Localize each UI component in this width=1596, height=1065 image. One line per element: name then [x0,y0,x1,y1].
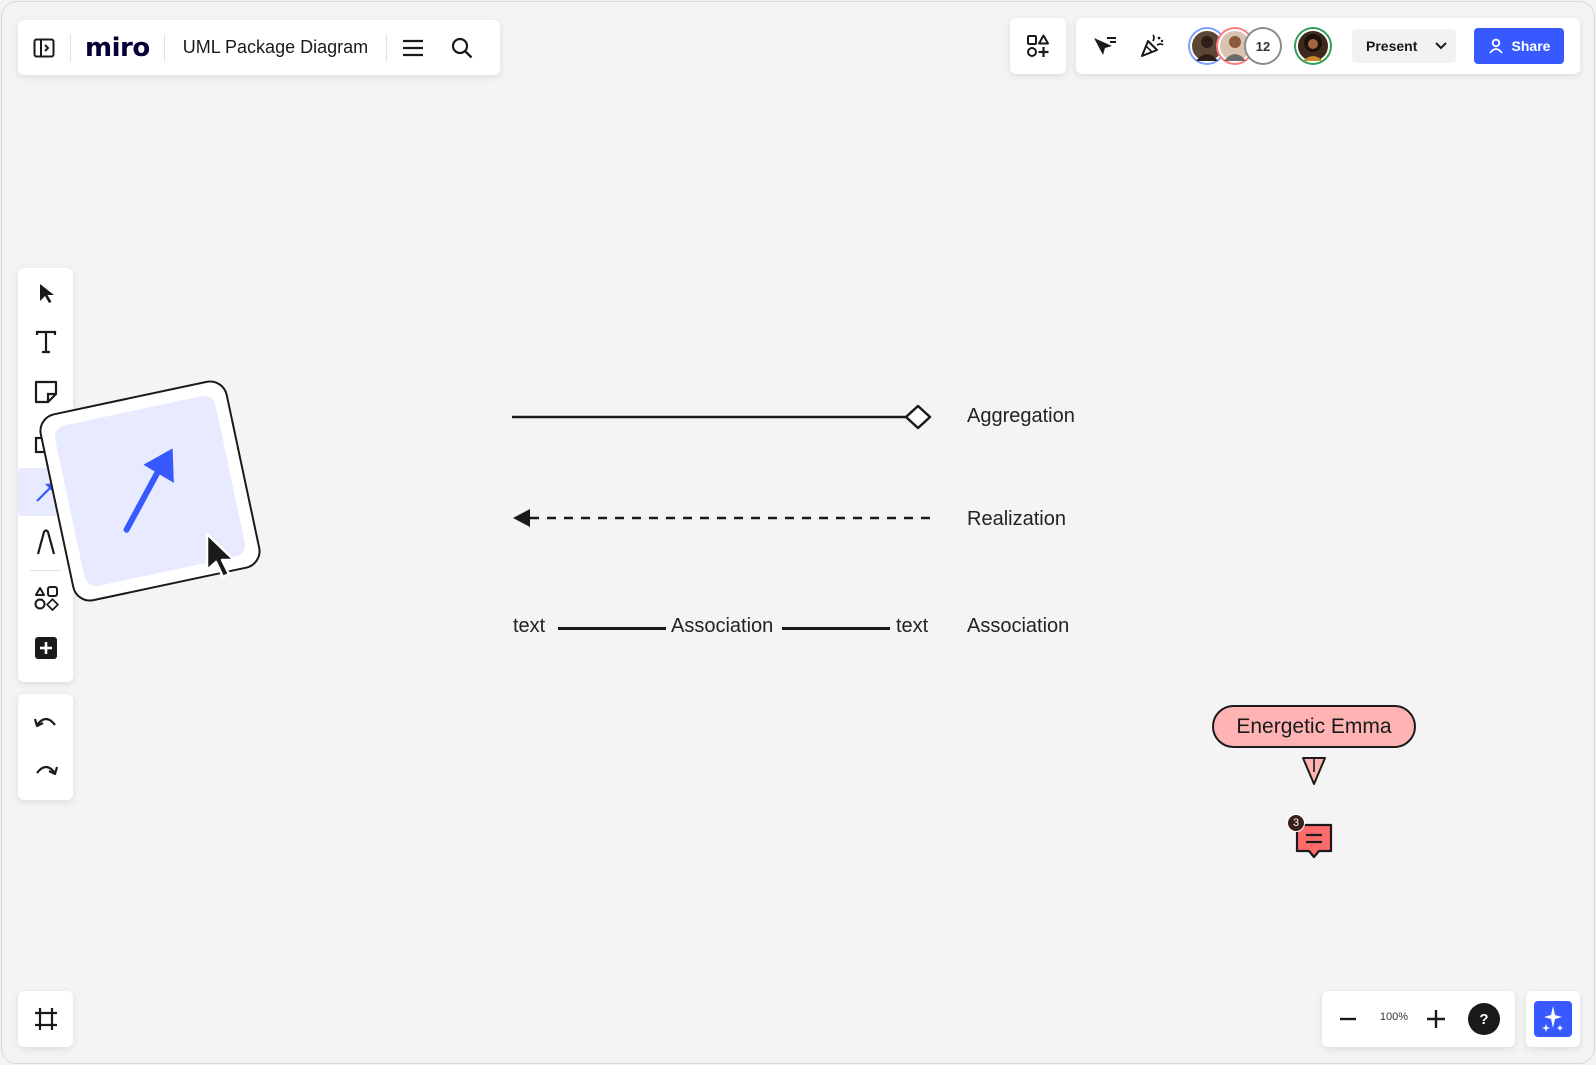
present-label: Present [1366,38,1418,54]
realization-label[interactable]: Realization [967,508,1066,531]
aggregation-line[interactable] [510,402,935,432]
search-button[interactable] [439,20,485,75]
aggregation-label[interactable]: Aggregation [967,405,1075,428]
ai-assist-button[interactable] [1526,991,1580,1047]
minus-icon [1339,1017,1357,1021]
apps-icon [1026,34,1050,58]
zoom-out-button[interactable] [1330,1003,1366,1035]
realization-line[interactable] [510,505,935,531]
select-tool[interactable] [18,268,73,318]
plus-icon [1426,1009,1446,1029]
text-tool[interactable] [18,318,73,366]
mouse-pointer-icon [204,532,238,580]
more-tools-button[interactable] [18,624,73,672]
bring-everyone-button[interactable] [1084,26,1124,66]
association-middle-text: Association [671,615,774,637]
collaborator-count: 12 [1255,38,1271,54]
sticky-note-icon [34,380,58,404]
redo-icon [34,763,58,779]
collaborator-cursor-label: Energetic Emma [1212,705,1416,748]
zoom-controls: 100% ? [1322,991,1515,1047]
zoom-level[interactable]: 100% [1372,1011,1416,1023]
association-line-segment [558,627,666,630]
board-header: miro UML Package Diagram [18,20,500,75]
party-popper-icon [1139,33,1165,59]
collaborator-cursor-icon [1301,756,1327,786]
toolbar-divider [30,570,61,571]
frames-button[interactable] [18,991,73,1047]
question-mark-icon: ? [1479,1010,1489,1028]
share-label: Share [1511,38,1551,54]
association-line[interactable]: text Association text [512,612,936,642]
cursor-arrow-icon [36,282,56,304]
association-left-text: text [513,615,546,637]
templates-icon [33,585,59,611]
undo-icon [33,715,58,731]
user-icon [1488,38,1504,54]
sidebar-toggle-button[interactable] [18,20,70,75]
sparkle-icon [1540,1005,1566,1033]
comment-count-badge: 3 [1287,814,1305,832]
frame-icon [33,1006,59,1032]
hamburger-menu-icon [401,38,425,58]
redo-button[interactable] [18,748,73,794]
collaboration-bar: 12 Present Share [1076,18,1580,74]
association-right-text: text [896,615,929,637]
templates-tool[interactable] [18,574,73,622]
sticky-note-tool[interactable] [18,368,73,416]
board-title[interactable]: UML Package Diagram [165,37,386,58]
collaborator-count-badge[interactable]: 12 [1246,29,1280,63]
arrow-line-icon [97,438,204,545]
text-icon [35,330,57,354]
association-label[interactable]: Association [967,615,1069,638]
pen-icon [35,528,57,556]
chevron-down-icon[interactable] [1434,41,1448,51]
history-toolbar [18,694,73,800]
zoom-in-button[interactable] [1418,1003,1454,1035]
cursor-follow-icon [1091,34,1117,58]
current-user-avatar[interactable] [1296,29,1330,63]
plus-square-icon [34,636,58,660]
help-button[interactable]: ? [1468,1003,1500,1035]
association-line-segment [782,627,890,630]
apps-button[interactable] [1010,18,1066,74]
menu-button[interactable] [387,20,439,75]
present-button[interactable]: Present [1352,29,1456,63]
share-button[interactable]: Share [1474,28,1564,64]
search-icon [451,37,473,59]
sidebar-icon [33,38,55,58]
miro-logo[interactable]: miro [71,33,164,63]
undo-button[interactable] [18,700,73,746]
reactions-button[interactable] [1132,26,1172,66]
comment-pin[interactable]: 3 [1286,812,1338,864]
